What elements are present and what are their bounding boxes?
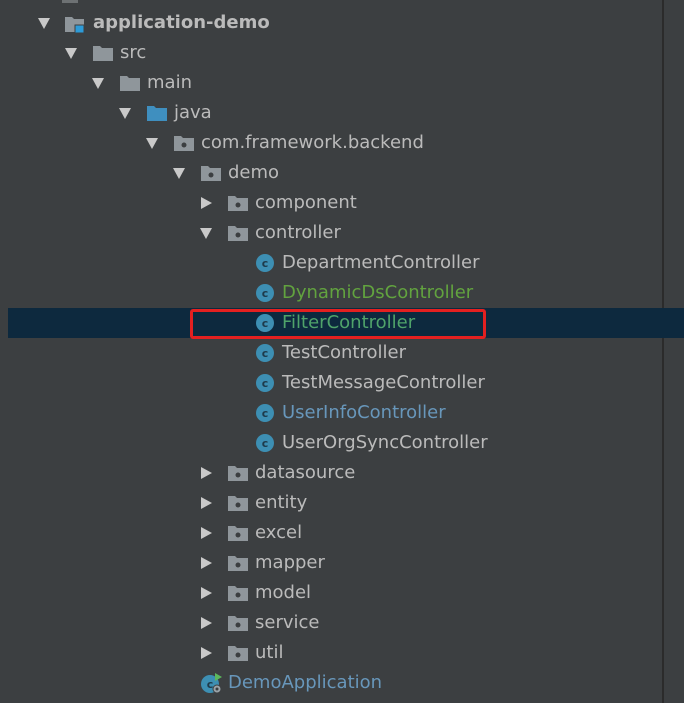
tree-node-label: service xyxy=(255,612,320,633)
package-icon xyxy=(173,134,194,152)
tree-node-label: datasource xyxy=(255,462,356,483)
svg-text:c: c xyxy=(262,437,269,450)
tree-node-class[interactable]: c DepartmentController xyxy=(0,248,662,278)
folder-icon xyxy=(119,74,140,92)
tree-node-datasource[interactable]: datasource xyxy=(0,458,662,488)
tree-node-entity[interactable]: entity xyxy=(0,488,662,518)
tree-node-src[interactable]: src xyxy=(0,38,662,68)
tree-node-service[interactable]: service xyxy=(0,608,662,638)
java-class-icon: c xyxy=(255,373,275,392)
expand-arrow-icon[interactable] xyxy=(200,228,212,239)
tree-node-label: component xyxy=(255,192,357,213)
expand-arrow-icon[interactable] xyxy=(65,48,77,59)
package-icon xyxy=(227,224,248,242)
tree-node-model[interactable]: model xyxy=(0,578,662,608)
tree-node-label: main xyxy=(147,72,192,93)
tree-node-label: util xyxy=(255,642,284,663)
tree-node-class[interactable]: c DynamicDsController xyxy=(0,278,662,308)
expand-arrow-icon[interactable] xyxy=(173,168,185,179)
tree-node-label: demo xyxy=(228,162,280,183)
java-class-icon: c xyxy=(255,433,275,452)
collapse-arrow-icon[interactable] xyxy=(201,197,212,209)
java-class-icon: c xyxy=(255,253,275,272)
red-highlight-annotation xyxy=(190,309,486,339)
tree-node-demo[interactable]: demo xyxy=(0,158,662,188)
java-class-icon: c xyxy=(255,343,275,362)
tree-node-label: UserInfoController xyxy=(282,402,446,423)
package-icon xyxy=(227,644,248,662)
svg-text:c: c xyxy=(262,377,269,390)
folder-icon xyxy=(92,44,113,62)
tree-node-label: controller xyxy=(255,222,341,243)
tree-node-label: DynamicDsController xyxy=(282,282,474,303)
tree-node-label: com.framework.backend xyxy=(201,132,424,153)
java-class-icon: c xyxy=(255,403,275,422)
tree-node-class[interactable]: c TestController xyxy=(0,338,662,368)
tree-node-main[interactable]: main xyxy=(0,68,662,98)
package-icon xyxy=(227,464,248,482)
expand-arrow-icon[interactable] xyxy=(38,18,50,29)
tree-node-package-root[interactable]: com.framework.backend xyxy=(0,128,662,158)
right-gutter xyxy=(664,0,684,703)
tree-top-stub xyxy=(62,0,78,3)
tree-node-controller[interactable]: controller xyxy=(0,218,662,248)
tree-node-label: entity xyxy=(255,492,308,513)
tree-node-java[interactable]: java xyxy=(0,98,662,128)
package-icon xyxy=(200,164,221,182)
tree-node-label: UserOrgSyncController xyxy=(282,432,488,453)
tree-node-label: DepartmentController xyxy=(282,252,480,273)
tree-node-component[interactable]: component xyxy=(0,188,662,218)
project-tree-panel: application-demo src main java com.frame… xyxy=(0,0,684,703)
tree-node-class[interactable]: c UserOrgSyncController xyxy=(0,428,662,458)
tree-node-class[interactable]: c UserInfoController xyxy=(0,398,662,428)
expand-arrow-icon[interactable] xyxy=(119,108,131,119)
collapse-arrow-icon[interactable] xyxy=(201,557,212,569)
module-folder-icon xyxy=(64,14,85,34)
svg-text:c: c xyxy=(207,678,214,691)
tree-node-demo-application[interactable]: c DemoApplication xyxy=(0,668,662,698)
tree-node-label: application-demo xyxy=(93,12,270,33)
package-icon xyxy=(227,554,248,572)
tree-node-mapper[interactable]: mapper xyxy=(0,548,662,578)
tree-node-label: excel xyxy=(255,522,303,543)
tree-node-label: src xyxy=(120,42,147,63)
svg-text:c: c xyxy=(262,407,269,420)
tree-node-util[interactable]: util xyxy=(0,638,662,668)
svg-text:c: c xyxy=(262,347,269,360)
tree-node-label: TestController xyxy=(282,342,406,363)
tree-node-label: TestMessageController xyxy=(282,372,485,393)
java-class-icon: c xyxy=(255,283,275,302)
tree-node-excel[interactable]: excel xyxy=(0,518,662,548)
tree-node-label: DemoApplication xyxy=(228,672,383,693)
package-icon xyxy=(227,494,248,512)
tree-node-label: mapper xyxy=(255,552,325,573)
expand-arrow-icon[interactable] xyxy=(146,138,158,149)
source-root-folder-icon xyxy=(146,104,167,122)
tree-node-label: java xyxy=(174,102,212,123)
collapse-arrow-icon[interactable] xyxy=(201,527,212,539)
package-icon xyxy=(227,584,248,602)
package-icon xyxy=(227,614,248,632)
expand-arrow-icon[interactable] xyxy=(92,78,104,89)
collapse-arrow-icon[interactable] xyxy=(201,497,212,509)
spring-boot-class-icon: c xyxy=(200,672,224,694)
package-icon xyxy=(227,194,248,212)
collapse-arrow-icon[interactable] xyxy=(201,467,212,479)
collapse-arrow-icon[interactable] xyxy=(201,647,212,659)
collapse-arrow-icon[interactable] xyxy=(201,587,212,599)
tree-node-class[interactable]: c TestMessageController xyxy=(0,368,662,398)
package-icon xyxy=(227,524,248,542)
tree-node-application-demo[interactable]: application-demo xyxy=(0,8,662,38)
tree-node-label: model xyxy=(255,582,312,603)
collapse-arrow-icon[interactable] xyxy=(201,617,212,629)
svg-text:c: c xyxy=(262,257,269,270)
svg-text:c: c xyxy=(262,287,269,300)
